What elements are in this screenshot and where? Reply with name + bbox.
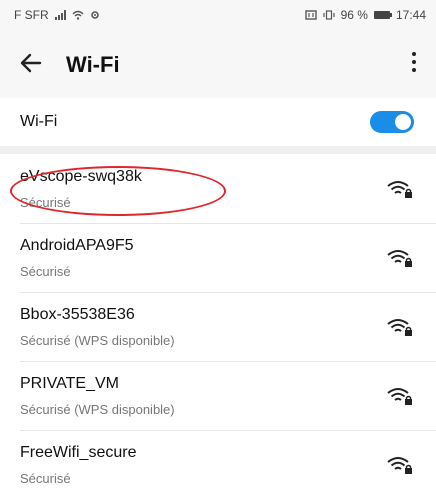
network-list: eVscope-swq38k Sécurisé AndroidAPA9F5 Sé… (0, 154, 436, 499)
back-arrow-icon[interactable] (18, 50, 44, 76)
wifi-toggle-label: Wi-Fi (20, 113, 58, 130)
status-bar: F SFR 96 % 17:44 (0, 0, 436, 30)
network-security: Sécurisé (20, 195, 71, 210)
network-ssid: FreeWifi_secure (20, 444, 137, 461)
wifi-lock-icon (387, 388, 412, 405)
wifi-lock-icon (387, 250, 412, 267)
settings-status-icon (90, 11, 99, 19)
section-divider (0, 146, 436, 154)
battery-percent: 96 % (340, 8, 368, 22)
carrier-label: F SFR (14, 8, 49, 22)
more-options-icon[interactable] (408, 48, 420, 78)
nfc-icon (304, 10, 317, 20)
wifi-lock-icon (387, 457, 412, 474)
status-left: F SFR (14, 8, 100, 22)
network-item[interactable]: Bbox-35538E36 Sécurisé (WPS disponible) (0, 292, 436, 361)
network-item[interactable]: AndroidAPA9F5 Sécurisé (0, 223, 436, 292)
wifi-toggle-switch[interactable] (370, 111, 414, 133)
toggle-knob (395, 114, 411, 130)
network-ssid: eVscope-swq38k (20, 168, 142, 185)
network-item[interactable]: eVscope-swq38k Sécurisé (0, 154, 436, 223)
network-security: Sécurisé (WPS disponible) (20, 333, 175, 348)
clock: 17:44 (395, 8, 426, 22)
wifi-status-icon (72, 10, 84, 20)
signal-icon (54, 10, 66, 20)
network-ssid: Bbox-35538E36 (20, 306, 135, 323)
wifi-lock-icon (387, 319, 412, 336)
status-right: 96 % 17:44 (304, 8, 426, 22)
network-security: Sécurisé (WPS disponible) (20, 402, 175, 417)
network-ssid: AndroidAPA9F5 (20, 237, 134, 254)
network-security: Sécurisé (20, 471, 71, 486)
network-security: Sécurisé (20, 264, 71, 279)
network-item[interactable]: FreeWifi_secure Sécurisé (0, 430, 436, 499)
network-ssid: PRIVATE_VM (20, 375, 119, 392)
battery-icon (373, 11, 392, 19)
wifi-toggle-row[interactable]: Wi-Fi (0, 98, 436, 146)
wifi-lock-icon (387, 181, 412, 198)
vibrate-icon (323, 10, 335, 20)
page-title: Wi-Fi (66, 52, 120, 77)
app-bar: Wi-Fi (0, 30, 436, 98)
network-item[interactable]: PRIVATE_VM Sécurisé (WPS disponible) (0, 361, 436, 430)
